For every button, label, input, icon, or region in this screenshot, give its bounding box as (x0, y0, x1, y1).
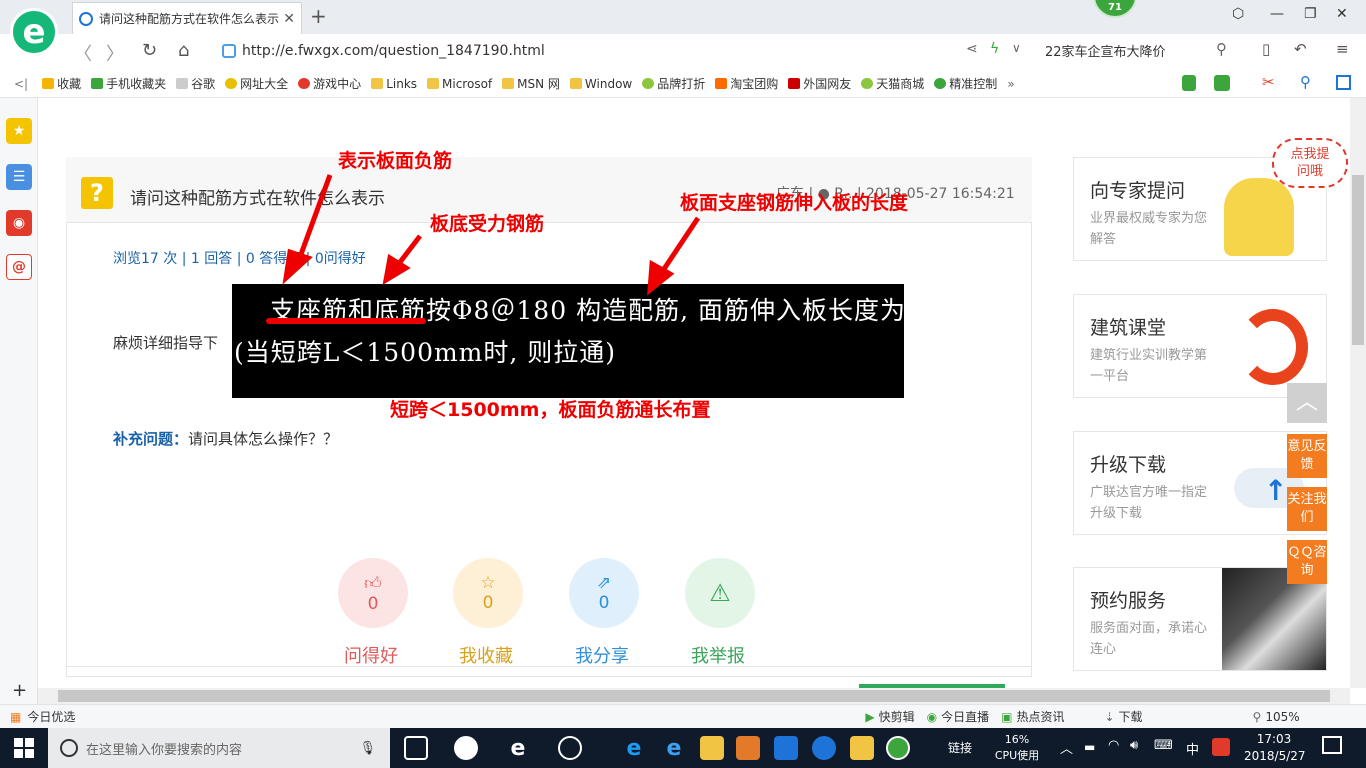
taskbar-link-label[interactable]: 链接 (948, 739, 972, 756)
file-explorer-icon[interactable] (700, 736, 724, 760)
tray-chevron-icon[interactable]: ︿ (1060, 738, 1073, 757)
cpu-label: CPU使用 (994, 749, 1040, 762)
taskbar-search-placeholder: 在这里输入你要搜索的内容 (86, 742, 243, 758)
edge-icon[interactable]: e (622, 736, 646, 761)
horizontal-scroll-thumb[interactable] (58, 690, 1330, 702)
windows-start-icon[interactable] (14, 738, 34, 758)
qq-consult-button[interactable]: ＱＱ咨询 (1287, 540, 1327, 584)
keyboard-icon[interactable]: ⌨ (1154, 738, 1173, 753)
news-icon: ▣ (1001, 709, 1013, 724)
like-count: 0 (367, 593, 379, 614)
report-label[interactable]: 我举报 (691, 642, 745, 668)
cpu-meter[interactable]: 16% CPU使用 (992, 732, 1042, 764)
wifi-icon[interactable]: ◠ (1108, 738, 1119, 753)
ask-expert-sub: 业界最权威专家为您解答 (1090, 211, 1208, 247)
video-icon: ▶ (865, 709, 875, 724)
browser-e-icon[interactable]: e (506, 736, 530, 761)
g-app-icon[interactable] (812, 736, 836, 760)
status-item[interactable]: 快剪辑 (879, 708, 915, 725)
zoom-level[interactable]: 105% (1265, 710, 1299, 724)
action-center-icon[interactable] (1322, 736, 1342, 754)
appointment-title: 预约服务 (1090, 590, 1167, 612)
share-button[interactable]: ⇗ 0 (569, 558, 639, 628)
browser-logo-icon[interactable]: e (10, 8, 58, 56)
microphone-icon[interactable]: 🎙︎ (359, 741, 376, 756)
download-title: 升级下载 (1090, 454, 1167, 476)
feedback-button[interactable]: 意见反馈 (1287, 434, 1327, 478)
ask-bubble[interactable]: 点我提问哦 (1272, 138, 1348, 188)
clock-date: 2018/5/27 (1244, 749, 1306, 763)
plus-app-icon[interactable] (774, 736, 798, 760)
app-pinwheel-icon[interactable] (454, 736, 478, 760)
share-count: 0 (598, 593, 610, 613)
task-view-icon[interactable] (404, 736, 428, 760)
favorite-button[interactable]: ☆ 0 (453, 558, 523, 628)
status-item[interactable]: 今日直播 (941, 708, 989, 725)
clock-time: 17:03 (1256, 732, 1292, 746)
status-item[interactable]: 热点资讯 (1016, 708, 1064, 725)
download-sub: 广联达官方唯一指定升级下载 (1090, 485, 1208, 521)
thumbs-up-icon: 👍︎ (364, 573, 382, 594)
clock[interactable]: 17:03 2018/5/27 (1244, 731, 1306, 765)
upload-arrow-icon: ↑ (1264, 474, 1288, 507)
status-bar: ▦ 今日优选 ▶ 快剪辑 ◉ 今日直播 ▣ 热点资讯 ⇣ 下载 ⚲ 105% (0, 704, 1366, 728)
status-left-label[interactable]: 今日优选 (27, 708, 75, 725)
favorite-label[interactable]: 我收藏 (459, 642, 513, 668)
share-label[interactable]: 我分享 (575, 642, 629, 668)
arrow-head-1 (282, 248, 313, 285)
download-icon: ⇣ (1104, 709, 1115, 724)
ie-icon[interactable]: e (662, 736, 686, 761)
report-button[interactable]: ⚠ (685, 558, 755, 628)
follow-us-button[interactable]: 关注我们 (1287, 487, 1327, 531)
divider (66, 666, 1032, 667)
like-label[interactable]: 问得好 (344, 642, 398, 668)
sogou-icon[interactable] (1212, 738, 1230, 756)
status-item[interactable]: 下载 (1119, 708, 1143, 725)
appointment-sub: 服务面对面，承诺心连心 (1090, 621, 1208, 657)
course-title: 建筑课堂 (1090, 317, 1167, 339)
volume-icon[interactable]: 🔊︎ (1130, 738, 1138, 753)
pdf-app-icon[interactable] (736, 736, 760, 760)
taskbar-search-input[interactable]: 在这里输入你要搜索的内容 🎙︎ (48, 728, 390, 768)
ask-expert-title: 向专家提问 (1090, 180, 1186, 202)
live-icon: ◉ (926, 709, 938, 724)
active-browser-icon[interactable] (886, 736, 910, 760)
tray-app-icon[interactable]: ▬ (1084, 740, 1095, 754)
cortana-icon (60, 739, 78, 757)
mascot-image (1224, 178, 1294, 256)
star-icon: ☆ (480, 573, 496, 593)
vertical-scroll-thumb[interactable] (1352, 175, 1364, 345)
zoom-icon: ⚲ (1252, 709, 1262, 724)
app-swirl-icon[interactable] (558, 736, 582, 760)
back-to-top-button[interactable]: ︿ (1287, 383, 1327, 423)
gift-icon: ▦ (10, 709, 22, 724)
ime-indicator[interactable]: 中 (1186, 739, 1199, 758)
course-logo-icon (1238, 309, 1308, 385)
warning-icon: ⚠ (709, 579, 731, 607)
share-box-icon: ⇗ (596, 573, 612, 593)
cpu-percent: 16% (1004, 733, 1030, 746)
favorite-count: 0 (482, 593, 494, 613)
course-sub: 建筑行业实训教学第一平台 (1090, 348, 1208, 384)
notes-app-icon[interactable] (850, 736, 874, 760)
like-question-button[interactable]: 👍︎ 0 (338, 558, 408, 628)
